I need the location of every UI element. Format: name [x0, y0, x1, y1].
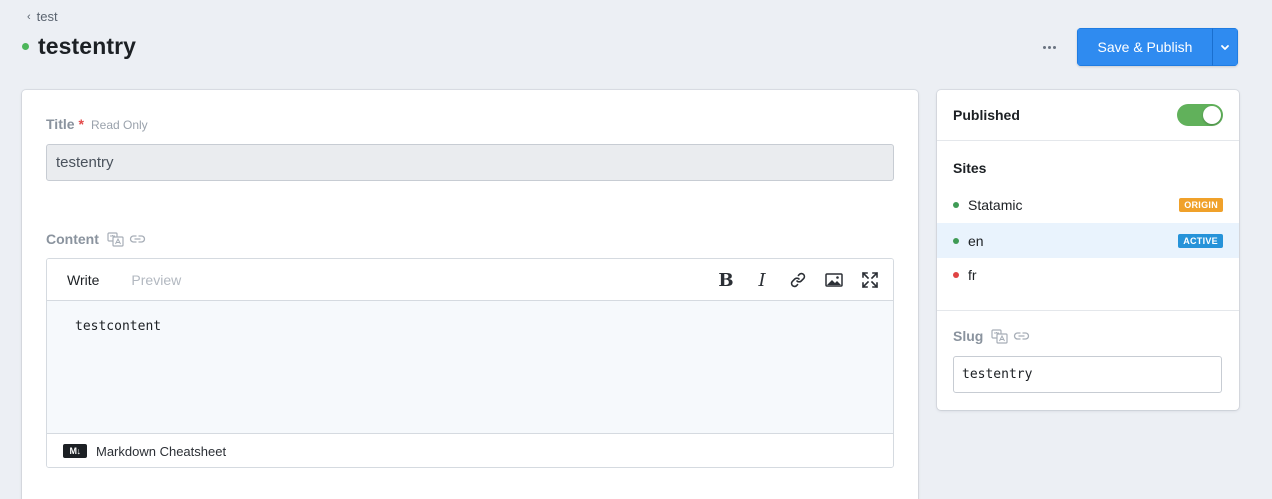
save-publish-button[interactable]: Save & Publish: [1077, 28, 1212, 66]
slug-input[interactable]: testentry: [953, 356, 1222, 393]
publish-button-group: Save & Publish: [1077, 28, 1238, 66]
readonly-label: Read Only: [90, 118, 148, 132]
slug-field-label: Slug: [953, 328, 1030, 344]
site-row-statamic[interactable]: Statamic ORIGIN: [937, 187, 1239, 222]
toggle-knob: [1203, 106, 1221, 124]
translate-icon: [991, 328, 1008, 344]
italic-icon[interactable]: I: [753, 270, 771, 291]
publish-dropdown-button[interactable]: [1212, 28, 1238, 66]
tab-preview[interactable]: Preview: [121, 272, 191, 288]
breadcrumb-label[interactable]: test: [37, 9, 58, 24]
status-dot-icon: [22, 43, 29, 50]
dot: [1047, 45, 1051, 49]
site-status-dot-icon: [953, 271, 959, 278]
markdown-textarea[interactable]: testcontent: [47, 301, 893, 433]
breadcrumb[interactable]: ‹ test: [27, 9, 58, 24]
site-status-dot-icon: [953, 201, 959, 208]
slug-label: Slug: [953, 328, 984, 344]
markdown-footer[interactable]: M↓ Markdown Cheatsheet: [47, 433, 893, 467]
content-label: Content: [46, 231, 99, 247]
tab-write[interactable]: Write: [57, 272, 109, 288]
site-row-en[interactable]: en ACTIVE: [937, 223, 1239, 258]
markdown-editor: Write Preview B I testcontent M↓ Markdow…: [46, 258, 894, 468]
sites-title: Sites: [953, 160, 987, 176]
markdown-toolbar: Write Preview B I: [47, 259, 893, 301]
content-field-label: Content: [46, 231, 146, 247]
origin-badge: ORIGIN: [1179, 197, 1223, 212]
sidebar-card: Published Sites Statamic ORIGIN en ACTIV…: [937, 90, 1239, 410]
published-row: Published: [937, 90, 1239, 141]
fullscreen-icon[interactable]: [861, 271, 879, 289]
divider: [937, 310, 1239, 311]
title-label: Title: [46, 116, 75, 132]
bold-icon[interactable]: B: [717, 270, 735, 291]
dot: [1052, 45, 1056, 49]
chevron-down-icon: [1221, 44, 1229, 50]
active-badge: ACTIVE: [1178, 233, 1223, 248]
site-status-dot-icon: [953, 237, 959, 244]
image-icon[interactable]: [825, 271, 843, 289]
title-input[interactable]: testentry: [46, 144, 894, 181]
page-title-text: testentry: [38, 33, 137, 59]
required-marker: *: [78, 116, 84, 132]
title-field-label: Title * Read Only: [46, 116, 148, 132]
published-label: Published: [953, 107, 1020, 123]
markdown-cheatsheet-link[interactable]: Markdown Cheatsheet: [96, 444, 226, 459]
site-name: en: [968, 232, 984, 249]
site-name: fr: [968, 266, 977, 283]
link-icon: [1014, 332, 1030, 340]
markdown-tools: B I: [717, 259, 879, 301]
published-toggle[interactable]: [1177, 104, 1223, 126]
main-card: Title * Read Only testentry Content Writ…: [22, 90, 918, 499]
link-icon[interactable]: [789, 271, 807, 289]
link-icon: [129, 235, 145, 243]
markdown-logo-icon: M↓: [63, 444, 87, 458]
translate-icon: [107, 231, 124, 247]
more-actions-button[interactable]: [1037, 38, 1061, 56]
site-name: Statamic: [968, 196, 1023, 213]
page-title: testentry: [22, 33, 136, 60]
site-row-fr[interactable]: fr: [937, 257, 1239, 292]
chevron-left-icon: ‹: [27, 10, 31, 23]
dot: [1042, 45, 1046, 49]
